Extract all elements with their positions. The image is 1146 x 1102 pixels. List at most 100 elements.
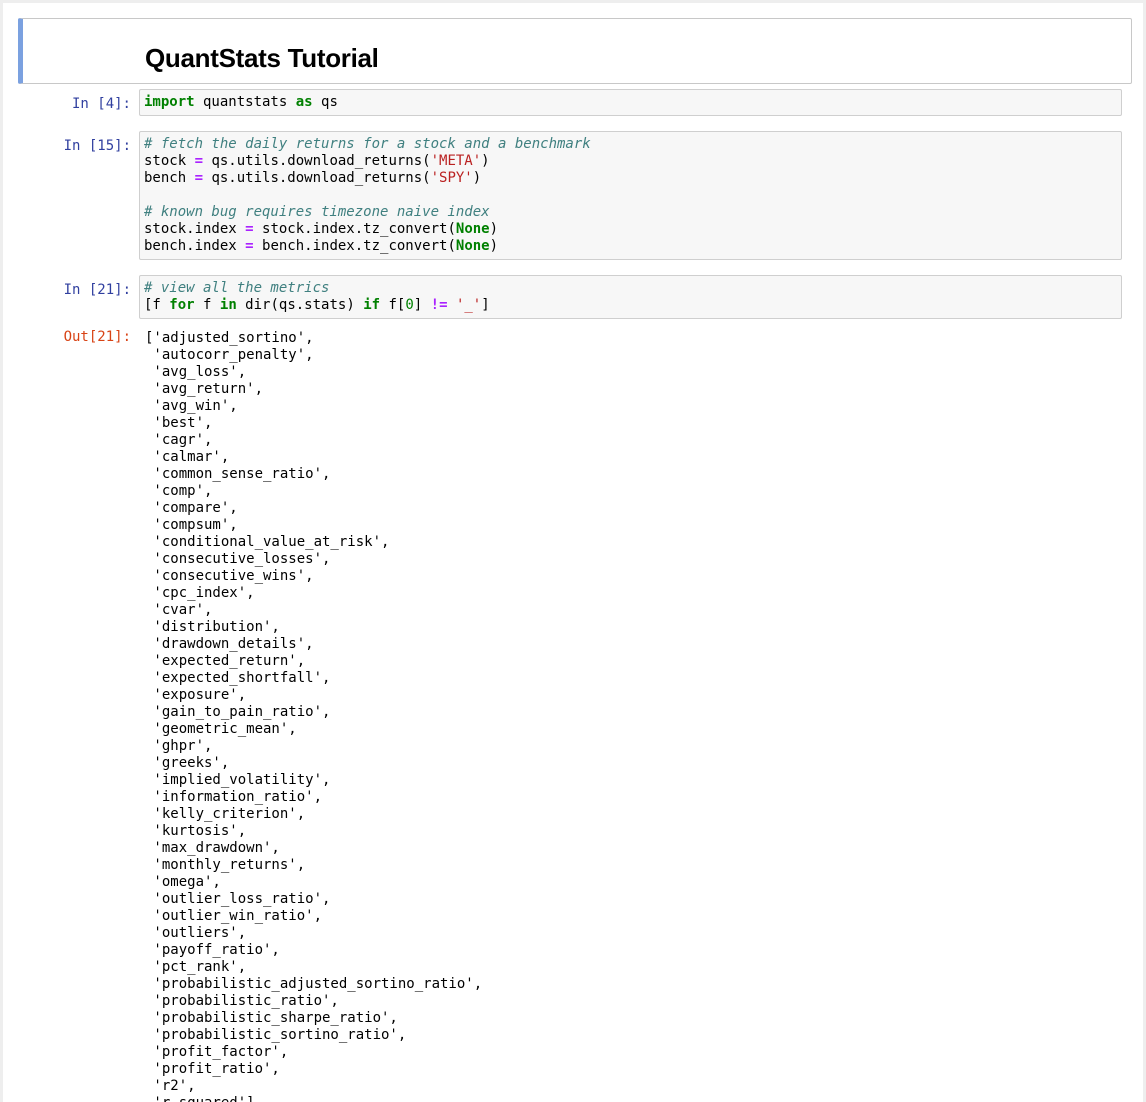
output-list-item: 'distribution', xyxy=(145,619,280,635)
code-token: f[ xyxy=(380,297,406,313)
code-line: stock = qs.utils.download_returns('META'… xyxy=(144,153,490,169)
code-token: '_' xyxy=(455,297,482,313)
notebook-page: QuantStats Tutorial In [4]: import quant… xyxy=(3,3,1143,1102)
output-list-item: 'avg_loss', xyxy=(145,364,247,380)
code-line: bench = qs.utils.download_returns('SPY') xyxy=(144,170,481,186)
output-prompt: Out[21]: xyxy=(63,329,131,345)
output-list-item: 'cvar', xyxy=(145,602,213,618)
output-list-item: 'expected_shortfall', xyxy=(145,670,331,686)
code-token: 'META' xyxy=(430,153,482,169)
output-list-item: 'autocorr_penalty', xyxy=(145,347,314,363)
code-token: qs xyxy=(312,94,338,110)
code-token: for xyxy=(169,297,195,313)
code-cell[interactable]: # view all the metrics [f for f in dir(q… xyxy=(139,275,1122,319)
output-list-item: 'outlier_win_ratio', xyxy=(145,908,323,924)
code-editor[interactable]: # view all the metrics [f for f in dir(q… xyxy=(140,276,1121,318)
output-list-item: 'ghpr', xyxy=(145,738,213,754)
code-token: = xyxy=(245,238,254,254)
output-list-item: 'greeks', xyxy=(145,755,230,771)
code-token: bench.index.tz_convert( xyxy=(253,238,456,254)
input-prompt: In [21]: xyxy=(63,282,131,298)
code-editor[interactable]: # fetch the daily returns for a stock an… xyxy=(140,132,1121,259)
code-token: stock.index.tz_convert( xyxy=(253,221,456,237)
code-editor[interactable]: import quantstats as qs xyxy=(140,90,1121,115)
code-token: None xyxy=(455,221,490,237)
output-list-item: 'information_ratio', xyxy=(145,789,323,805)
code-token: if xyxy=(363,297,381,313)
code-line: import quantstats as qs xyxy=(144,94,338,110)
output-list-item: 'compare', xyxy=(145,500,238,516)
output-list-item: ['adjusted_sortino', xyxy=(145,330,314,346)
code-token: = xyxy=(194,153,204,169)
output-list-item: 'avg_return', xyxy=(145,381,264,397)
output-list-item: 'kelly_criterion', xyxy=(145,806,306,822)
code-line: # known bug requires timezone naive inde… xyxy=(144,204,490,220)
code-token: bench xyxy=(144,170,195,186)
code-token: = xyxy=(245,221,254,237)
output-list-item: 'conditional_value_at_risk', xyxy=(145,534,390,550)
output-area: ['adjusted_sortino', 'autocorr_penalty',… xyxy=(145,330,482,1102)
output-list-item: 'omega', xyxy=(145,874,221,890)
code-token: qs.utils.download_returns( xyxy=(203,153,431,169)
output-list-item: 'geometric_mean', xyxy=(145,721,297,737)
output-list-item: 'implied_volatility', xyxy=(145,772,331,788)
code-token: # known bug requires timezone naive inde… xyxy=(144,204,490,220)
code-token: in xyxy=(219,297,237,313)
output-list-item: 'pct_rank', xyxy=(145,959,247,975)
code-line: stock.index = stock.index.tz_convert(Non… xyxy=(144,221,498,237)
output-list-item: 'best', xyxy=(145,415,213,431)
output-list-item: 'exposure', xyxy=(145,687,247,703)
output-list-item: 'compsum', xyxy=(145,517,238,533)
code-token: as xyxy=(295,94,313,110)
code-token: dir(qs.stats) xyxy=(236,297,364,313)
code-cell[interactable]: # fetch the daily returns for a stock an… xyxy=(139,131,1122,260)
output-list-item: 'calmar', xyxy=(145,449,230,465)
output-list-item: 'outlier_loss_ratio', xyxy=(145,891,331,907)
output-list-item: 'avg_win', xyxy=(145,398,238,414)
output-list-item: 'max_drawdown', xyxy=(145,840,280,856)
output-list-item: 'common_sense_ratio', xyxy=(145,466,331,482)
output-list-item: 'probabilistic_sharpe_ratio', xyxy=(145,1010,398,1026)
input-prompt: In [15]: xyxy=(63,138,131,154)
input-prompt: In [4]: xyxy=(71,96,131,112)
code-token: != xyxy=(430,297,448,313)
output-list-item: 'probabilistic_adjusted_sortino_ratio', xyxy=(145,976,483,992)
code-token: # view all the metrics xyxy=(144,280,330,296)
output-list-item: 'r_squared'] xyxy=(145,1095,254,1102)
code-token: ] xyxy=(413,297,431,313)
output-list-item: 'consecutive_wins', xyxy=(145,568,314,584)
output-list-item: 'consecutive_losses', xyxy=(145,551,331,567)
code-token: ) xyxy=(481,153,490,169)
code-token: f xyxy=(194,297,220,313)
output-list-item: 'cpc_index', xyxy=(145,585,255,601)
output-list-item: 'expected_return', xyxy=(145,653,306,669)
code-token: stock.index xyxy=(144,221,246,237)
output-list-item: 'outliers', xyxy=(145,925,247,941)
code-token: ) xyxy=(472,170,482,186)
output-list-item: 'probabilistic_sortino_ratio', xyxy=(145,1027,407,1043)
notebook-title: QuantStats Tutorial xyxy=(145,43,379,73)
code-token: None xyxy=(455,238,490,254)
output-list-item: 'kurtosis', xyxy=(145,823,247,839)
code-token: 0 xyxy=(405,297,414,313)
code-token: 'SPY' xyxy=(430,170,473,186)
output-list-item: 'payoff_ratio', xyxy=(145,942,280,958)
code-token: stock xyxy=(144,153,195,169)
output-list-item: 'comp', xyxy=(145,483,213,499)
code-line: [f for f in dir(qs.stats) if f[0] != '_'… xyxy=(144,297,490,313)
output-list-item: 'profit_factor', xyxy=(145,1044,289,1060)
code-token: ] xyxy=(481,297,490,313)
code-token: = xyxy=(194,170,204,186)
code-line: # view all the metrics xyxy=(144,280,329,296)
code-token: import xyxy=(144,94,195,110)
code-token: [f xyxy=(144,297,170,313)
code-token: # fetch the daily returns for a stock an… xyxy=(144,136,591,152)
code-cell[interactable]: import quantstats as qs xyxy=(139,89,1122,116)
markdown-cell[interactable]: QuantStats Tutorial xyxy=(18,18,1132,84)
output-list-item: 'probabilistic_ratio', xyxy=(145,993,339,1009)
code-line: bench.index = bench.index.tz_convert(Non… xyxy=(144,238,498,254)
code-token: quantstats xyxy=(194,94,296,110)
code-token: ) xyxy=(489,238,499,254)
code-token: ) xyxy=(489,221,499,237)
